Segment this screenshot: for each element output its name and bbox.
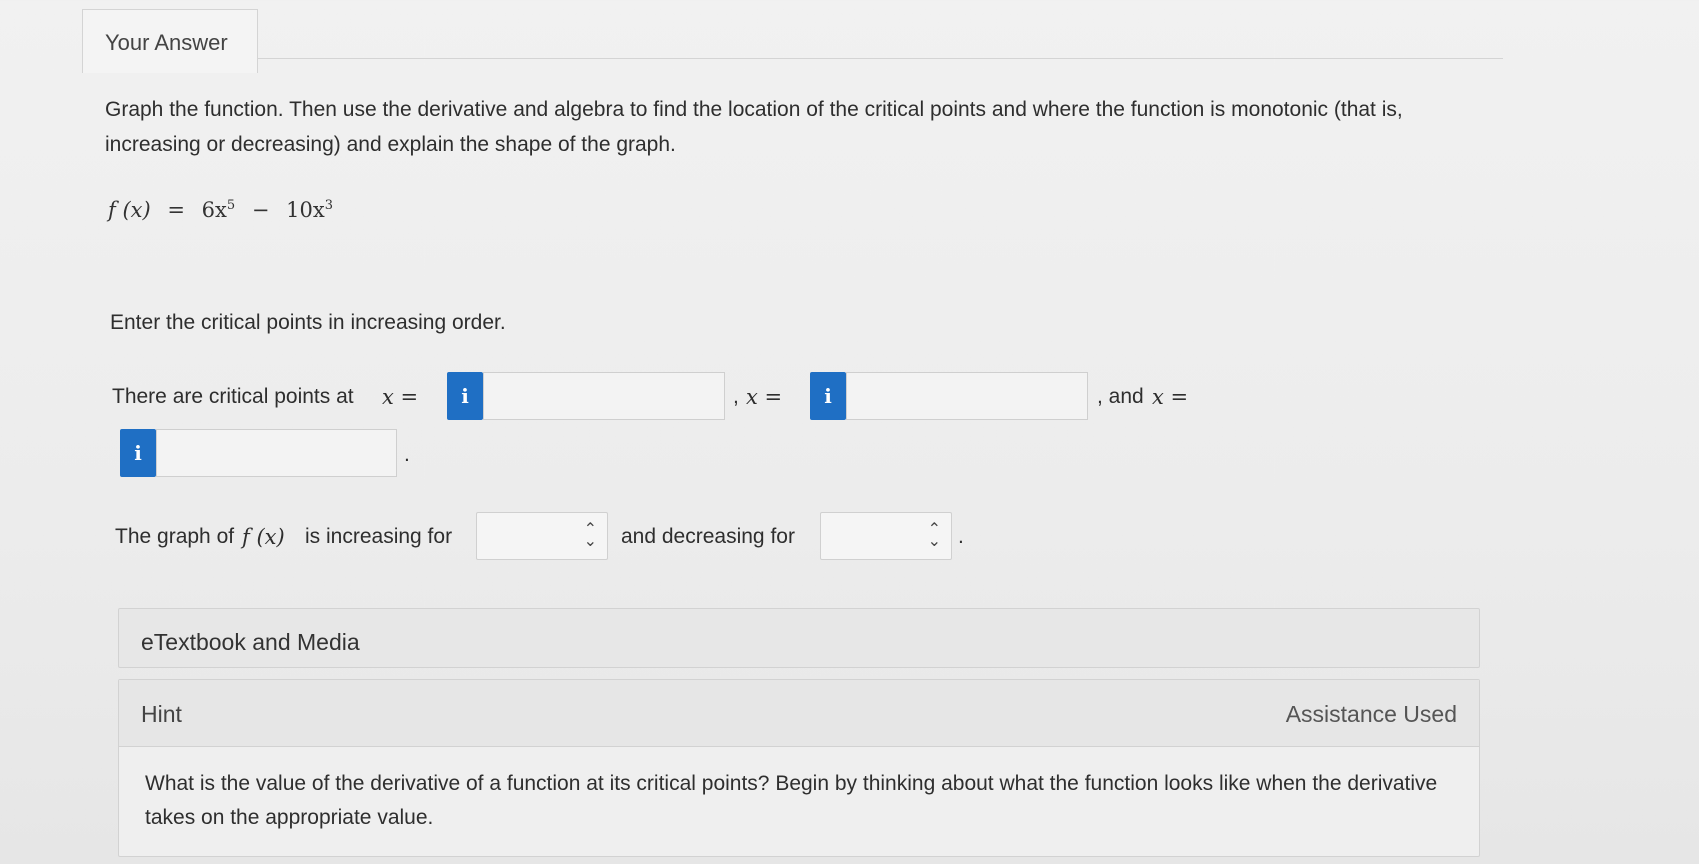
info-icon[interactable]: i xyxy=(810,372,846,420)
hint-title: Hint xyxy=(141,701,182,727)
decreasing-label: and decreasing for xyxy=(621,525,795,548)
tab-your-answer[interactable]: Your Answer xyxy=(82,9,258,73)
hint-header[interactable]: Hint Assistance Used xyxy=(119,680,1479,747)
x-equals-1: x = xyxy=(382,385,419,409)
increasing-label: is increasing for xyxy=(305,525,453,548)
decreasing-select[interactable]: ⌃ ⌄ xyxy=(820,512,952,560)
and-separator: , and xyxy=(1097,385,1144,408)
instruction-text: Enter the critical points in increasing … xyxy=(110,311,506,334)
question-prompt: Graph the function. Then use the derivat… xyxy=(105,98,1403,156)
formula-lhs: f (x) xyxy=(108,198,151,222)
period: . xyxy=(958,525,964,548)
monotonic-row: The graph of f (x) is increasing for ⌃ ⌄ … xyxy=(115,512,1015,562)
period: . xyxy=(404,443,410,466)
tab-divider xyxy=(258,58,1503,59)
increasing-select[interactable]: ⌃ ⌄ xyxy=(476,512,608,560)
critical-point-3-row: i . xyxy=(120,429,620,481)
critical-points-label: There are critical points at xyxy=(112,385,354,408)
x-equals-3: x = xyxy=(1152,385,1189,409)
hint-panel: Hint Assistance Used What is the value o… xyxy=(118,679,1480,857)
critical-point-1-input[interactable] xyxy=(483,372,725,420)
graph-of-label: The graph of xyxy=(115,525,235,548)
formula-eq: = xyxy=(167,198,185,222)
hint-text: What is the value of the derivative of a… xyxy=(145,772,1438,829)
critical-points-row: There are critical points at x = i , x =… xyxy=(112,370,1699,422)
function-formula: f (x) = 6x5 − 10x3 xyxy=(108,198,333,222)
etextbook-media-panel[interactable]: eTextbook and Media xyxy=(118,608,1480,668)
tab-label: Your Answer xyxy=(105,30,228,55)
etextbook-label: eTextbook and Media xyxy=(141,629,360,655)
fx-label: f (x) xyxy=(242,525,285,549)
formula-minus: − xyxy=(251,198,270,222)
formula-exp2: 3 xyxy=(324,198,334,213)
comma-separator: , xyxy=(733,385,739,408)
info-icon[interactable]: i xyxy=(120,429,156,477)
formula-term2: 10x xyxy=(286,198,325,222)
formula-term1: 6x xyxy=(201,198,227,222)
formula-exp1: 5 xyxy=(226,198,236,213)
assistance-used-status: Assistance Used xyxy=(1285,701,1457,727)
up-down-chevron-icon: ⌃ ⌄ xyxy=(927,521,941,550)
critical-point-3-input[interactable] xyxy=(156,429,397,477)
up-down-chevron-icon: ⌃ ⌄ xyxy=(583,521,597,550)
critical-point-2-input[interactable] xyxy=(846,372,1088,420)
x-equals-2: x = xyxy=(746,385,783,409)
info-icon[interactable]: i xyxy=(447,372,483,420)
